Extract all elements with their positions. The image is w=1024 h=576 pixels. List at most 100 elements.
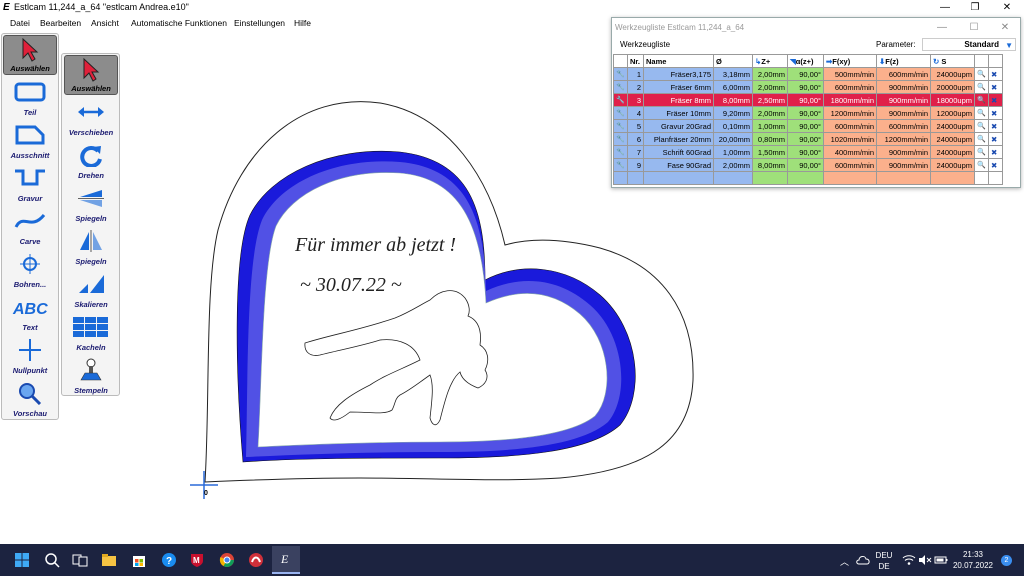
- row-delete-icon[interactable]: ✖: [988, 158, 1003, 172]
- cell-z[interactable]: 0,80mm: [752, 132, 788, 146]
- table-row[interactable]: 🔧 7 Schrift 60Grad 1,00mm 1,50mm 90,00° 400mm/…: [613, 145, 1003, 159]
- tool-scale[interactable]: Skalieren: [64, 270, 118, 310]
- clock-time[interactable]: 21:33: [950, 550, 996, 559]
- table-row[interactable]: 🔧 3 Fräser 8mm 8,00mm 2,50mm 90,00° 1800mm/min…: [613, 93, 1003, 107]
- maximize-button[interactable]: ❐: [960, 0, 990, 15]
- row-search-icon[interactable]: 🔍: [974, 80, 989, 94]
- row-search-icon[interactable]: 🔍: [974, 106, 989, 120]
- row-delete-icon[interactable]: ✖: [988, 80, 1003, 94]
- table-row[interactable]: 🔧 2 Fräser 6mm 6,00mm 2,00mm 90,00° 600mm/min 9…: [613, 80, 1003, 94]
- row-edit-icon[interactable]: 🔧: [613, 80, 628, 94]
- cell-nr[interactable]: 1: [627, 67, 644, 81]
- cell-name[interactable]: Fräser 6mm: [643, 80, 714, 94]
- cell-fz[interactable]: 600mm/min: [876, 67, 931, 81]
- menu-einstellungen[interactable]: Einstellungen: [234, 18, 285, 28]
- store-icon[interactable]: [131, 552, 147, 568]
- cell-fxy[interactable]: 400mm/min: [823, 145, 877, 159]
- cell-name[interactable]: [643, 171, 714, 185]
- app-red-icon[interactable]: [248, 552, 264, 568]
- menu-datei[interactable]: Datei: [10, 18, 30, 28]
- row-edit-icon[interactable]: 🔧: [613, 119, 628, 133]
- tool-part[interactable]: Teil: [3, 78, 57, 118]
- cell-fz[interactable]: 600mm/min: [876, 119, 931, 133]
- cell-nr[interactable]: 9: [627, 158, 644, 172]
- windows-start-icon[interactable]: [14, 552, 30, 568]
- cell-spindle[interactable]: 20000upm: [930, 80, 975, 94]
- cell-angle[interactable]: 90,00°: [787, 106, 824, 120]
- row-edit-icon[interactable]: 🔧: [613, 93, 628, 107]
- row-delete-icon[interactable]: ✖: [988, 132, 1003, 146]
- cell-nr[interactable]: 6: [627, 132, 644, 146]
- cell-nr[interactable]: [627, 171, 644, 185]
- tool-drill[interactable]: Bohren...: [3, 250, 57, 290]
- tool-zero[interactable]: Nullpunkt: [3, 336, 57, 376]
- chrome-icon[interactable]: [219, 552, 235, 568]
- cell-diameter[interactable]: 3,18mm: [713, 67, 753, 81]
- cell-z[interactable]: 1,00mm: [752, 119, 788, 133]
- tool-stamp[interactable]: Stempeln: [64, 356, 118, 396]
- tool-mirror-vertical[interactable]: Spiegeln: [64, 227, 118, 267]
- cell-name[interactable]: Fräser 10mm: [643, 106, 714, 120]
- cell-fxy[interactable]: 1020mm/min: [823, 132, 877, 146]
- cell-fz[interactable]: 900mm/min: [876, 106, 931, 120]
- cell-angle[interactable]: 90,00°: [787, 145, 824, 159]
- cell-z[interactable]: 2,00mm: [752, 80, 788, 94]
- tool-select[interactable]: Auswählen: [3, 35, 57, 75]
- cell-angle[interactable]: 90,00°: [787, 119, 824, 133]
- row-search-icon[interactable]: 🔍: [974, 145, 989, 159]
- cell-fz[interactable]: 900mm/min: [876, 145, 931, 159]
- tool-move[interactable]: Verschieben: [64, 98, 118, 138]
- menu-automatische-funktionen[interactable]: Automatische Funktionen: [131, 18, 227, 28]
- row-delete-icon[interactable]: ✖: [988, 93, 1003, 107]
- cell-fz[interactable]: 900mm/min: [876, 93, 931, 107]
- cell-z[interactable]: [752, 171, 788, 185]
- row-search-icon[interactable]: [974, 171, 989, 185]
- row-search-icon[interactable]: 🔍: [974, 119, 989, 133]
- tool-window-maximize-button[interactable]: ☐: [958, 18, 990, 38]
- row-delete-icon[interactable]: [988, 171, 1003, 185]
- minimize-button[interactable]: —: [930, 0, 960, 15]
- cloud-icon[interactable]: [856, 554, 870, 566]
- tray-chevron-icon[interactable]: ︿: [840, 555, 849, 568]
- file-explorer-icon[interactable]: [101, 552, 117, 568]
- header-angle[interactable]: ◥α(z+): [787, 54, 824, 68]
- table-row[interactable]: 🔧 1 Fräser3,175 3,18mm 2,00mm 90,00° 500mm/min…: [613, 67, 1003, 81]
- cell-spindle[interactable]: 24000upm: [930, 145, 975, 159]
- cell-diameter[interactable]: 2,00mm: [713, 158, 753, 172]
- cell-fz[interactable]: 900mm/min: [876, 80, 931, 94]
- row-edit-icon[interactable]: 🔧: [613, 132, 628, 146]
- cell-angle[interactable]: 90,00°: [787, 132, 824, 146]
- tool-window-minimize-button[interactable]: —: [926, 18, 958, 38]
- cell-z[interactable]: 2,00mm: [752, 67, 788, 81]
- row-search-icon[interactable]: 🔍: [974, 67, 989, 81]
- keyboard-layout[interactable]: DE: [872, 562, 896, 571]
- cell-nr[interactable]: 2: [627, 80, 644, 94]
- help-icon[interactable]: ?: [161, 552, 177, 568]
- cell-z[interactable]: 1,50mm: [752, 145, 788, 159]
- cell-name[interactable]: Fräser3,175: [643, 67, 714, 81]
- header-diameter[interactable]: Ø: [713, 54, 753, 68]
- cell-nr[interactable]: 5: [627, 119, 644, 133]
- cell-spindle[interactable]: 12000upm: [930, 106, 975, 120]
- header-fxy[interactable]: ➡F(xy): [823, 54, 877, 68]
- table-row[interactable]: 🔧 4 Fräser 10mm 9,20mm 2,00mm 90,00° 1200mm/mi…: [613, 106, 1003, 120]
- cell-name[interactable]: Planfräser 20mm: [643, 132, 714, 146]
- cell-fxy[interactable]: 500mm/min: [823, 67, 877, 81]
- tool-cutout[interactable]: Ausschnitt: [3, 121, 57, 161]
- task-view-icon[interactable]: [72, 552, 88, 568]
- cell-name[interactable]: Gravur 20Grad: [643, 119, 714, 133]
- table-row[interactable]: 🔧 9 Fase 90Grad 2,00mm 8,00mm 90,00° 600mm/min…: [613, 158, 1003, 172]
- cell-z[interactable]: 2,00mm: [752, 106, 788, 120]
- cell-spindle[interactable]: 18000upm: [930, 93, 975, 107]
- tool-tile[interactable]: Kacheln: [64, 313, 118, 353]
- edit-select[interactable]: Auswählen: [64, 55, 118, 95]
- cell-fxy[interactable]: [823, 171, 877, 185]
- header-z[interactable]: ↳Z+: [752, 54, 788, 68]
- cell-diameter[interactable]: 6,00mm: [713, 80, 753, 94]
- row-search-icon[interactable]: 🔍: [974, 158, 989, 172]
- speaker-muted-icon[interactable]: [918, 554, 932, 566]
- cell-spindle[interactable]: 24000upm: [930, 119, 975, 133]
- cell-nr[interactable]: 3: [627, 93, 644, 107]
- cell-angle[interactable]: [787, 171, 824, 185]
- cell-diameter[interactable]: [713, 171, 753, 185]
